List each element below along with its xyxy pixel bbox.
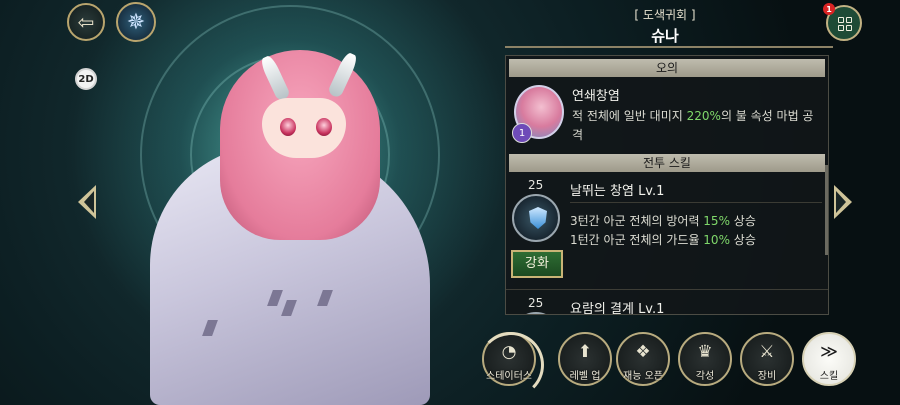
nav-label: 장비 — [757, 371, 777, 382]
character-title: [ 도색귀회 ] — [634, 8, 696, 22]
character-header: [ 도색귀회 ] 슈나 — [520, 6, 810, 46]
nav-label: 레벨 업 — [569, 371, 601, 382]
character-eye-right — [316, 118, 332, 136]
character-eye-left — [280, 118, 296, 136]
header-divider — [505, 46, 833, 48]
next-arrow-inner — [836, 191, 846, 213]
nav-level-up[interactable]: ⬆ 레벨 업 — [558, 332, 612, 386]
grid-menu-icon — [838, 17, 852, 31]
nav-status[interactable]: ◔ 스테이터스 — [478, 332, 544, 398]
skill-description: 3턴간 아군 전체의 방어력 15% 상승 1턴간 아군 전체의 가드율 10%… — [570, 214, 756, 247]
character-name: 슈나 — [651, 27, 679, 45]
back-button[interactable]: ⇦ — [67, 3, 105, 41]
awaken-icon: ♛ — [697, 342, 713, 362]
shield-icon — [529, 207, 547, 229]
nav-label: 각성 — [695, 371, 715, 382]
nav-label: 스킬 — [819, 371, 839, 382]
panel-scrollbar[interactable] — [825, 165, 828, 255]
skill-divider — [570, 202, 822, 203]
prev-arrow-inner — [84, 191, 94, 213]
back-arrow-icon: ⇦ — [77, 10, 95, 34]
skill-row[interactable]: 25 요람의 결계 Lv.1 — [506, 290, 828, 315]
barrier-skill-icon — [512, 312, 560, 314]
skill-level-requirement: 25 — [528, 178, 544, 192]
status-icon: ◔ — [501, 342, 517, 362]
ougi-damage-value: 220% — [686, 109, 721, 123]
skill-row[interactable]: 25 날뛰는 창염 Lv.1 3턴간 아군 전체의 방어력 15% 상승 1턴간… — [506, 172, 828, 290]
talent-icon: ❖ — [635, 342, 651, 362]
nav-equipment[interactable]: ⚔ 장비 — [740, 332, 794, 386]
nav-talent[interactable]: ❖ 재능 오픈 — [616, 332, 670, 386]
skill-icon: ≫ — [820, 342, 838, 362]
nav-awaken[interactable]: ♛ 각성 — [678, 332, 732, 386]
turn-badge[interactable]: 2D — [75, 68, 97, 90]
ougi-name: 연쇄창염 — [572, 89, 620, 104]
notification-badge: 1 — [823, 3, 835, 15]
upgrade-button[interactable]: 강화 — [511, 250, 563, 278]
skill-panel[interactable]: 오의 1 연쇄창염 적 전체에 일반 대미지 220%의 불 속성 마법 공격 … — [505, 55, 829, 315]
magic-circle-icon: ✵ — [126, 9, 146, 35]
battle-skill-section-header: 전투 스킬 — [509, 154, 825, 172]
ougi-section-header: 오의 — [509, 59, 825, 77]
skill-level-requirement: 25 — [528, 296, 544, 310]
equipment-icon: ⚔ — [759, 342, 775, 362]
skill-name: 날뛰는 창염 Lv.1 — [570, 184, 665, 199]
ougi-description: 적 전체에 일반 대미지 220%의 불 속성 마법 공격 — [572, 109, 814, 142]
level-up-icon: ⬆ — [577, 342, 593, 362]
nav-label: 스테이터스 — [486, 371, 532, 382]
skill-name: 요람의 결계 Lv.1 — [570, 302, 665, 315]
ougi-badge: 1 — [512, 123, 532, 143]
shield-skill-icon — [512, 194, 560, 242]
emblem-button[interactable]: ✵ — [116, 2, 156, 42]
nav-skill[interactable]: ≫ 스킬 — [802, 332, 856, 386]
ougi-row[interactable]: 1 연쇄창염 적 전체에 일반 대미지 220%의 불 속성 마법 공격 — [506, 77, 828, 151]
character-face — [262, 98, 346, 158]
nav-label: 재능 오픈 — [623, 371, 663, 382]
bottom-nav: ◔ 스테이터스 ⬆ 레벨 업 ❖ 재능 오픈 ♛ 각성 ⚔ 장비 ≫ 스킬 — [478, 328, 864, 398]
